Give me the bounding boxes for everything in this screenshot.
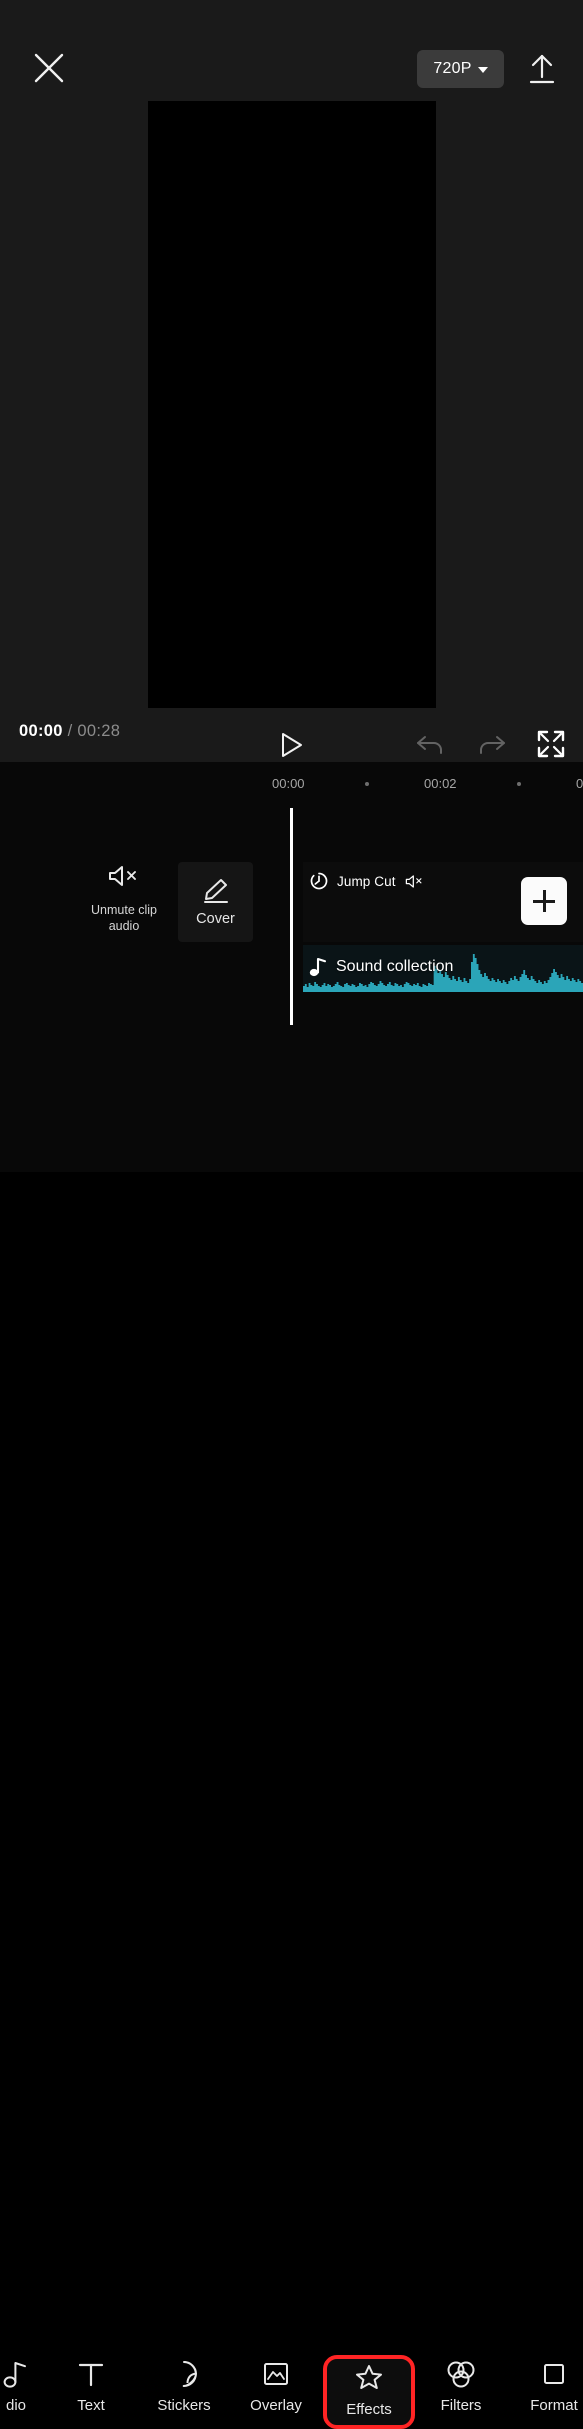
unmute-clip-audio-button[interactable]: Unmute clip audio [85, 864, 163, 935]
chevron-down-icon [477, 67, 488, 73]
speaker-mute-icon [109, 866, 136, 886]
text-icon [76, 2355, 106, 2393]
close-icon[interactable] [32, 51, 66, 85]
audio-clip-label-group: Sound collection [309, 957, 453, 977]
toolbar-item-label: dio [5, 2397, 27, 2414]
play-button[interactable] [281, 732, 303, 763]
ruler-tick-dot [365, 782, 369, 786]
toolbar-item-text[interactable]: Text [45, 2355, 137, 2429]
current-time: 00:00 [19, 722, 63, 740]
video-preview-canvas[interactable] [148, 101, 436, 708]
toolbar-item-filters[interactable]: Filters [415, 2355, 507, 2429]
add-clip-button[interactable] [521, 877, 567, 925]
toolbar-item-label: Format [530, 2397, 578, 2414]
effects-icon [354, 2359, 384, 2397]
total-time: 00:28 [77, 722, 121, 740]
ruler-tick-label: 0 [576, 776, 583, 791]
audio-clip-track[interactable]: Sound collection [303, 945, 583, 992]
toolbar-item-effects[interactable]: Effects [323, 2355, 415, 2429]
redo-button[interactable] [477, 731, 507, 764]
sticker-icon [169, 2355, 199, 2393]
video-clip-badges: Jump Cut [310, 872, 423, 890]
pencil-icon [203, 878, 228, 903]
toolbar-item-overlay[interactable]: Overlay [230, 2355, 322, 2429]
preview-pane [0, 101, 583, 762]
audio-clip-label: Sound collection [336, 958, 454, 975]
filters-icon [445, 2355, 477, 2393]
toolbar-item-label: Text [77, 2397, 105, 2414]
export-button[interactable] [527, 52, 557, 86]
time-separator: / [67, 722, 73, 740]
overlay-icon [261, 2355, 291, 2393]
bottom-toolbar: dio Text Stickers Overlay Effects Filters Form… [0, 1172, 583, 2429]
toolbar-item-stickers[interactable]: Stickers [138, 2355, 230, 2429]
toolbar-item-label: Filters [440, 2397, 482, 2414]
ruler-tick-label: 00:02 [424, 776, 457, 791]
speaker-mute-icon [405, 874, 422, 888]
cover-button-label: Cover [196, 910, 235, 927]
timeline[interactable]: 00:00 00:02 0 Unmute clip audio Cover Jump… [0, 762, 583, 1172]
speed-icon [310, 872, 328, 890]
toolbar-item-label: Stickers [157, 2397, 211, 2414]
resolution-label: 720P [433, 60, 472, 77]
music-note-icon [3, 2355, 29, 2393]
playhead[interactable] [290, 808, 293, 1025]
top-bar: 720P [0, 0, 583, 101]
fullscreen-icon[interactable] [537, 730, 565, 763]
timecode-display: 00:00 / 00:28 [19, 722, 120, 741]
toolbar-item-label: Overlay [250, 2397, 302, 2414]
undo-button[interactable] [415, 731, 445, 764]
unmute-clip-audio-label: Unmute clip audio [91, 903, 157, 934]
toolbar-item-label: Effects [346, 2401, 392, 2418]
timeline-ruler[interactable]: 00:00 00:02 0 [0, 762, 583, 808]
resolution-dropdown[interactable]: 720P [417, 50, 504, 88]
cover-button[interactable]: Cover [178, 862, 253, 942]
speed-label: Jump Cut [337, 873, 396, 889]
ruler-tick-label: 00:00 [272, 776, 305, 791]
player-controls: 00:00 / 00:28 [0, 708, 583, 762]
toolbar-item-format[interactable]: Format [508, 2355, 583, 2429]
ruler-tick-dot [517, 782, 521, 786]
format-icon [539, 2355, 569, 2393]
music-note-icon [309, 957, 327, 977]
